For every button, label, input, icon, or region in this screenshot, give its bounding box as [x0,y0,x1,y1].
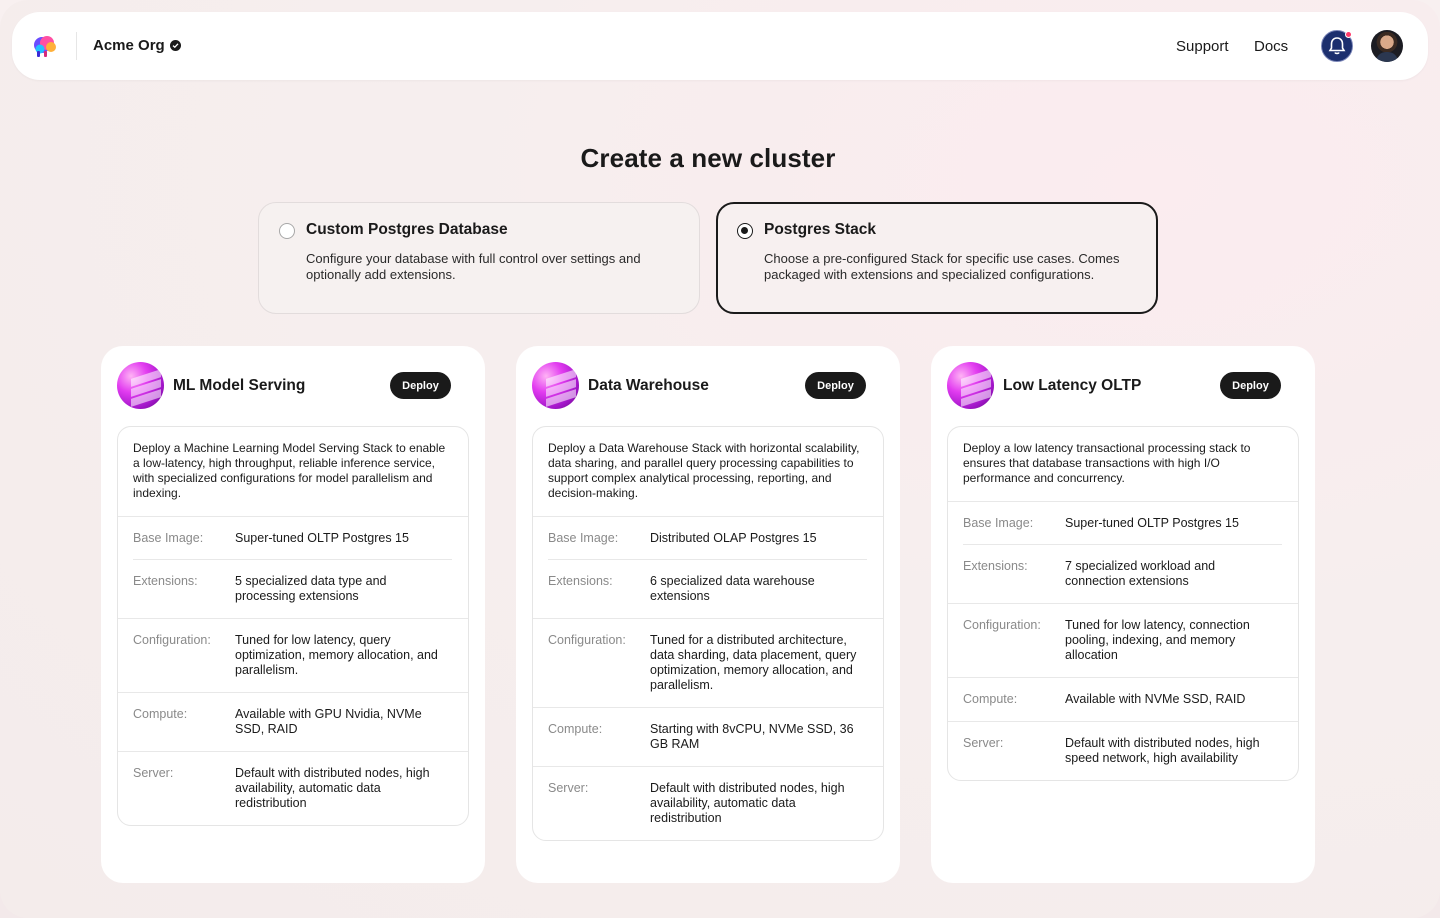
spec-value: Tuned for low latency, connection poolin… [1065,618,1250,662]
spec-value: Available with GPU Nvidia, NVMe SSD, RAI… [235,707,422,736]
spec-value: Super-tuned OLTP Postgres 15 [1065,516,1239,530]
user-avatar[interactable] [1371,30,1403,62]
spec-row-base-image: Base Image: Super-tuned OLTP Postgres 15 [948,502,1298,545]
spec-value: Tuned for low latency, query optimizatio… [235,633,438,677]
stack-cube-icon [117,362,164,409]
stack-description: Deploy a Data Warehouse Stack with horiz… [533,427,883,517]
spec-row-server: Server: Default with distributed nodes, … [948,722,1298,780]
spec-row-extensions: Extensions: 7 specialized workload and c… [948,545,1298,604]
deploy-button[interactable]: Deploy [1220,372,1281,399]
bell-icon [1328,37,1346,55]
option-title: Postgres Stack [764,221,876,238]
stack-description: Deploy a Machine Learning Model Serving … [118,427,468,517]
spec-label: Compute: [548,722,603,736]
spec-label: Server: [133,766,174,780]
spec-label: Compute: [133,707,188,721]
spec-label: Extensions: [963,559,1028,573]
spec-label: Configuration: [963,618,1041,632]
radio-postgres-stack[interactable] [737,223,753,239]
spec-label: Extensions: [133,574,198,588]
spec-value: 5 specialized data type and processing e… [235,574,387,603]
spec-row-configuration: Configuration: Tuned for low latency, co… [948,604,1298,678]
spec-row-compute: Compute: Available with GPU Nvidia, NVMe… [118,693,468,752]
spec-label: Compute: [963,692,1018,706]
spec-value: Distributed OLAP Postgres 15 [650,531,817,545]
stack-name: Low Latency OLTP [1003,377,1142,394]
option-description: Choose a pre-configured Stack for specif… [764,251,1120,282]
spec-row-server: Server: Default with distributed nodes, … [118,752,468,825]
spec-row-server: Server: Default with distributed nodes, … [533,767,883,840]
spec-value: 7 specialized workload and connection ex… [1065,559,1216,588]
stack-card-low-latency-oltp: Low Latency OLTP Deploy Deploy a low lat… [931,346,1315,883]
spec-row-compute: Compute: Starting with 8vCPU, NVMe SSD, … [533,708,883,767]
support-link[interactable]: Support [1176,38,1229,55]
spec-row-extensions: Extensions: 5 specialized data type and … [118,560,468,619]
avatar-shirt [1376,52,1398,62]
stack-details: Deploy a Machine Learning Model Serving … [117,426,469,826]
spec-row-extensions: Extensions: 6 specialized data warehouse… [533,560,883,619]
spec-value: 6 specialized data warehouse extensions [650,574,815,603]
spec-row-configuration: Configuration: Tuned for a distributed a… [533,619,883,708]
docs-link[interactable]: Docs [1254,38,1288,55]
stack-name: ML Model Serving [173,377,306,394]
stack-cube-icon [947,362,994,409]
header-divider [76,32,77,60]
option-title: Custom Postgres Database [306,221,508,238]
spec-value: Tuned for a distributed architecture, da… [650,633,857,692]
page-title: Create a new cluster [580,143,836,173]
elephant-logo-icon[interactable] [32,34,58,58]
spec-label: Base Image: [548,531,619,545]
deploy-button[interactable]: Deploy [390,372,451,399]
app-frame: Acme Org Support Docs Create a new clust… [0,0,1440,918]
spec-label: Server: [548,781,589,795]
spec-label: Base Image: [963,516,1034,530]
radio-selected-dot [741,227,748,234]
spec-label: Base Image: [133,531,204,545]
deploy-button[interactable]: Deploy [805,372,866,399]
spec-label: Server: [963,736,1004,750]
spec-value: Super-tuned OLTP Postgres 15 [235,531,409,545]
spec-row-compute: Compute: Available with NVMe SSD, RAID [948,678,1298,722]
spec-row-configuration: Configuration: Tuned for low latency, qu… [118,619,468,693]
stack-card-ml-model-serving: ML Model Serving Deploy Deploy a Machine… [101,346,485,883]
spec-value: Default with distributed nodes, high ava… [650,781,845,825]
stack-description: Deploy a low latency transactional proce… [948,427,1298,502]
notifications-button[interactable] [1321,30,1353,62]
option-custom-postgres[interactable]: Custom Postgres Database Configure your … [258,202,700,314]
spec-label: Configuration: [548,633,626,647]
spec-label: Extensions: [548,574,613,588]
spec-value: Default with distributed nodes, high spe… [1065,736,1260,765]
spec-row-base-image: Base Image: Super-tuned OLTP Postgres 15 [118,517,468,560]
org-name[interactable]: Acme Org [93,37,165,54]
stack-details: Deploy a low latency transactional proce… [947,426,1299,781]
radio-custom-postgres[interactable] [279,223,295,239]
stack-card-data-warehouse: Data Warehouse Deploy Deploy a Data Ware… [516,346,900,883]
spec-label: Configuration: [133,633,211,647]
spec-value: Starting with 8vCPU, NVMe SSD, 36 GB RAM [650,722,854,751]
verified-check-icon [170,40,181,51]
spec-value: Default with distributed nodes, high ava… [235,766,430,810]
spec-row-base-image: Base Image: Distributed OLAP Postgres 15 [533,517,883,560]
stack-cube-icon [532,362,579,409]
spec-value: Available with NVMe SSD, RAID [1065,692,1246,706]
stack-name: Data Warehouse [588,377,709,394]
stack-details: Deploy a Data Warehouse Stack with horiz… [532,426,884,841]
notification-dot [1345,31,1352,38]
top-header: Acme Org Support Docs [12,12,1428,80]
option-description: Configure your database with full contro… [306,251,641,282]
option-postgres-stack[interactable]: Postgres Stack Choose a pre-configured S… [716,202,1158,314]
